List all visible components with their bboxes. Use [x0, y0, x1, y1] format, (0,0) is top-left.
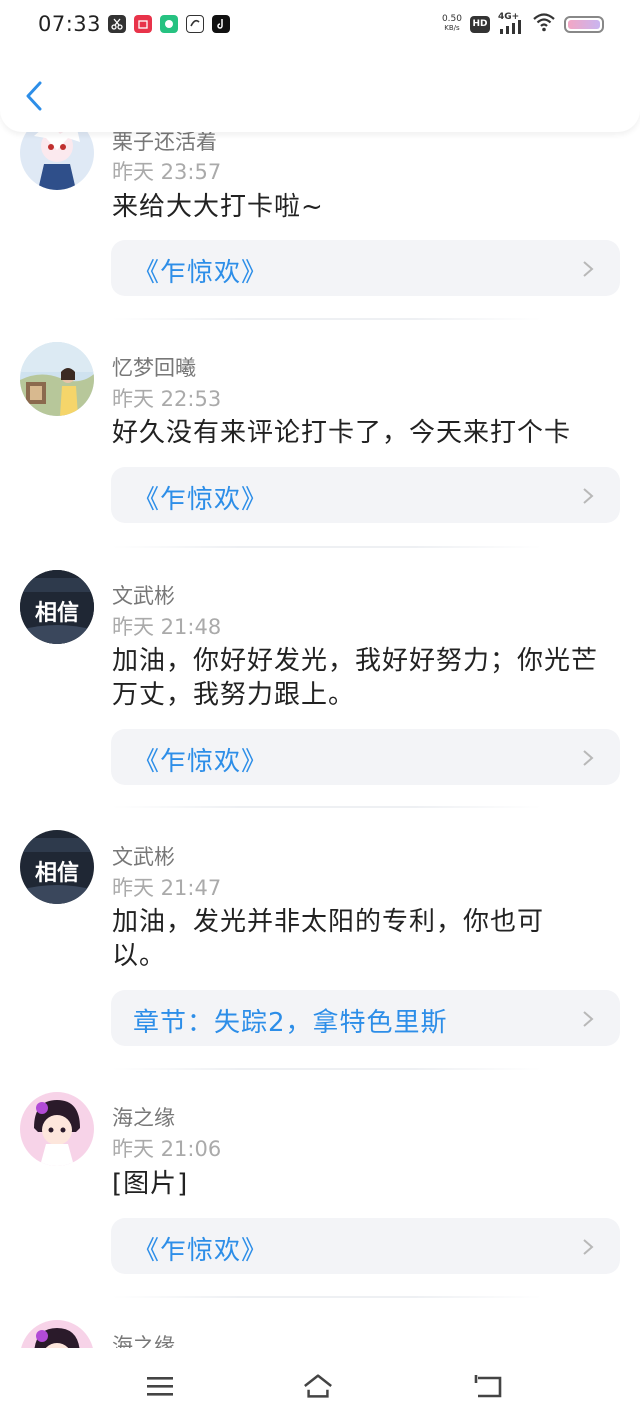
divider [112, 546, 542, 548]
comment-time: 昨天 21:06 [112, 1137, 222, 1161]
avatar-text: 相信 [35, 600, 79, 626]
back-icon [474, 1375, 502, 1398]
comment-text: 加油，发光并非太阳的专利，你也可以。 [112, 907, 545, 971]
wifi-icon [532, 12, 556, 36]
status-bar: 07:33 0.50 KB/s HD 4G+ [0, 0, 640, 52]
scissors-app-icon [108, 15, 126, 33]
comment-author: 忆梦回曦 [112, 356, 196, 380]
source-label: 《乍惊欢》 [133, 258, 269, 288]
source-card[interactable]: 《乍惊欢》 [111, 729, 620, 785]
comment-author: 海之缘 [112, 1106, 175, 1130]
comment-text: [图片] [112, 1169, 189, 1199]
home-button[interactable] [302, 1370, 334, 1402]
avatar[interactable]: 相信 [20, 830, 94, 904]
cellular-signal-icon: 4G+ [498, 12, 524, 35]
avatar[interactable]: 相信 [20, 570, 94, 644]
comment-author: 文武彬 [112, 845, 175, 869]
avatar[interactable] [20, 342, 94, 416]
chevron-right-icon [582, 487, 594, 509]
comment-text: 来给大大打卡啦~ [112, 192, 324, 222]
source-card[interactable]: 《乍惊欢》 [111, 467, 620, 523]
comment-time: 昨天 21:48 [112, 615, 222, 639]
status-indicators: 0.50 KB/s HD 4G+ [442, 12, 604, 36]
chevron-right-icon [582, 1238, 594, 1260]
network-speed-unit: KB/s [444, 24, 460, 32]
comment-time: 昨天 21:47 [112, 876, 222, 900]
hd-badge: HD [470, 15, 490, 33]
status-time: 07:33 [38, 12, 102, 36]
chevron-right-icon [582, 1010, 594, 1032]
battery-fill [568, 19, 600, 29]
chevron-right-icon [582, 749, 594, 771]
comment-author: 文武彬 [112, 584, 175, 608]
green-app-icon [160, 15, 178, 33]
back-button[interactable] [14, 76, 54, 116]
network-speed-value: 0.50 [441, 14, 462, 24]
shop-app-icon [134, 15, 152, 33]
comment-feed[interactable]: 栗子还活着 昨天 23:57 来给大大打卡啦~ 《乍惊欢》 忆梦回曦 昨天 22… [0, 0, 640, 1348]
source-card[interactable]: 《乍惊欢》 [111, 240, 620, 296]
chevron-right-icon [582, 260, 594, 282]
comment-time: 昨天 22:53 [112, 387, 222, 411]
source-card[interactable]: 《乍惊欢》 [111, 1218, 620, 1274]
top-app-bar [0, 52, 640, 132]
menu-icon [147, 1377, 173, 1396]
divider [112, 806, 542, 808]
tiktok-icon [212, 15, 230, 33]
network-speed: 0.50 KB/s [442, 15, 462, 33]
chevron-left-icon [26, 81, 42, 111]
comment-time: 昨天 23:57 [112, 160, 222, 184]
divider [112, 318, 542, 320]
notification-icons [108, 15, 230, 33]
back-nav-button[interactable] [472, 1370, 504, 1402]
comment-text: 好久没有来评论打卡了，今天来打个卡 [112, 418, 572, 448]
system-nav-bar [0, 1348, 640, 1422]
comment-author: 海之缘 [112, 1334, 175, 1348]
avatar[interactable] [20, 1320, 94, 1348]
source-label: 《乍惊欢》 [133, 485, 269, 515]
avatar-text: 相信 [35, 860, 79, 886]
battery-icon [564, 15, 604, 33]
divider [112, 1068, 542, 1070]
menu-button[interactable] [144, 1370, 176, 1402]
source-label: 《乍惊欢》 [133, 747, 269, 777]
source-label: 章节：失踪2，拿特色里斯 [133, 1008, 448, 1038]
comment-text: 加油，你好好发光，我好好努力；你光芒万丈，我努力跟上。 [112, 646, 599, 710]
link-app-icon [186, 15, 204, 33]
source-card[interactable]: 章节：失踪2，拿特色里斯 [111, 990, 620, 1046]
source-label: 《乍惊欢》 [133, 1236, 269, 1266]
home-icon [304, 1374, 332, 1398]
divider [112, 1296, 542, 1298]
avatar[interactable] [20, 1092, 94, 1166]
